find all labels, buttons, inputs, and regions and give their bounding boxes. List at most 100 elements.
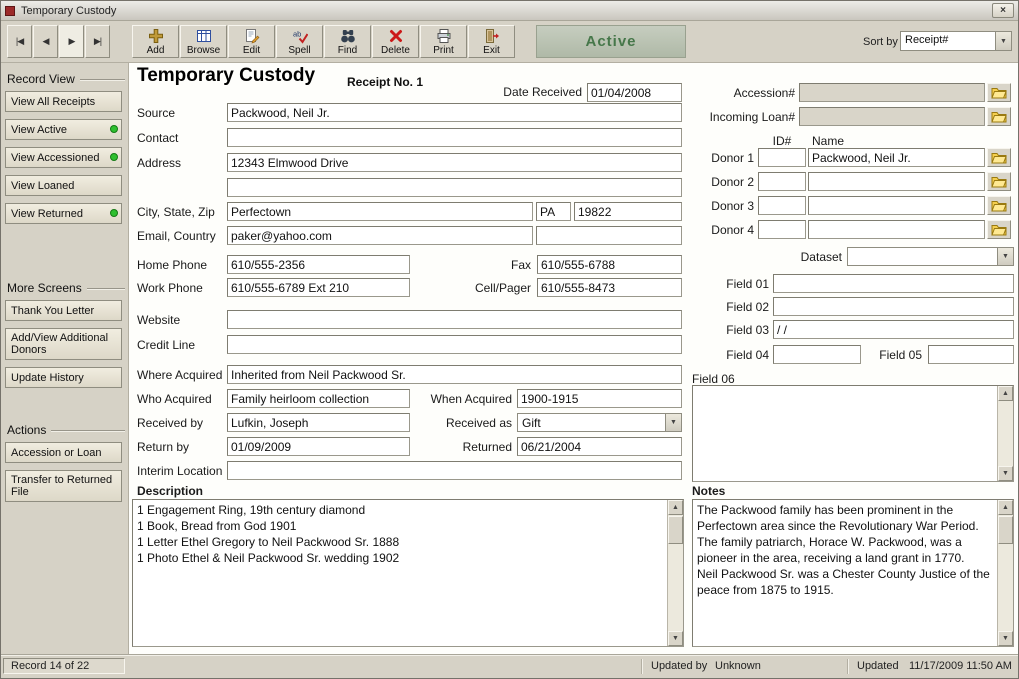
field01-field[interactable]: [773, 274, 1014, 293]
nav-next-button[interactable]: ▶: [59, 25, 84, 58]
return-by-field[interactable]: 01/09/2009: [227, 437, 410, 456]
returned-field[interactable]: 06/21/2004: [517, 437, 682, 456]
sidebar-item-transfer-to-returned[interactable]: Transfer to Returned File: [5, 470, 122, 502]
donor-3-id-field[interactable]: [758, 196, 806, 215]
toolbar: |◀ ◀ ▶ ▶| Add Browse Edit ab Spell Find …: [1, 21, 1018, 63]
who-acquired-field[interactable]: Family heirloom collection: [227, 389, 410, 408]
cell-pager-field[interactable]: 610/555-8473: [537, 278, 682, 297]
credit-line-label: Credit Line: [137, 336, 226, 355]
browse-button[interactable]: Browse: [180, 25, 227, 58]
scroll-down-icon[interactable]: ▼: [998, 466, 1013, 481]
donor-1-id-field[interactable]: [758, 148, 806, 167]
find-button-label: Find: [338, 45, 357, 56]
field06-scrollbar[interactable]: ▲ ▼: [997, 386, 1013, 481]
edit-button[interactable]: Edit: [228, 25, 275, 58]
accession-browse-button[interactable]: [987, 83, 1011, 102]
nav-prev-button[interactable]: ◀: [33, 25, 58, 58]
donor-1-name-field[interactable]: Packwood, Neil Jr.: [808, 148, 985, 167]
active-indicator-dot: [110, 153, 118, 161]
sidebar-item-view-returned[interactable]: View Returned: [5, 203, 122, 224]
folder-icon: [991, 86, 1007, 99]
field05-label: Field 05: [865, 346, 922, 365]
credit-line-field[interactable]: [227, 335, 682, 354]
donor-2-label: Donor 2: [692, 173, 754, 192]
exit-button[interactable]: Exit: [468, 25, 515, 58]
received-as-select[interactable]: Gift ▼: [517, 413, 682, 432]
close-button[interactable]: ×: [992, 3, 1014, 18]
contact-field[interactable]: [227, 128, 682, 147]
sidebar-item-thank-you-letter[interactable]: Thank You Letter: [5, 300, 122, 321]
divider: [847, 659, 848, 674]
add-plus-icon: [148, 28, 164, 44]
field05-field[interactable]: [928, 345, 1014, 364]
source-field[interactable]: Packwood, Neil Jr.: [227, 103, 682, 122]
home-phone-field[interactable]: 610/555-2356: [227, 255, 410, 274]
where-acquired-label: Where Acquired: [137, 366, 226, 385]
sort-by-select[interactable]: Receipt# ▼: [900, 31, 1012, 51]
scroll-up-icon[interactable]: ▲: [998, 386, 1013, 401]
donor-4-browse-button[interactable]: [987, 220, 1011, 239]
dataset-value: [848, 248, 997, 265]
description-textarea[interactable]: 1 Engagement Ring, 19th century diamond …: [132, 499, 684, 647]
notes-textarea[interactable]: The Packwood family has been prominent i…: [692, 499, 1014, 647]
field03-field[interactable]: / /: [773, 320, 1014, 339]
donor-1-browse-button[interactable]: [987, 148, 1011, 167]
delete-x-icon: [388, 28, 404, 44]
donor-2-id-field[interactable]: [758, 172, 806, 191]
fax-field[interactable]: 610/555-6788: [537, 255, 682, 274]
sidebar-item-update-history[interactable]: Update History: [5, 367, 122, 388]
description-scrollbar[interactable]: ▲ ▼: [667, 500, 683, 646]
state-field[interactable]: PA: [536, 202, 571, 221]
field04-field[interactable]: [773, 345, 861, 364]
donor-3-name-field[interactable]: [808, 196, 985, 215]
donor-2-name-field[interactable]: [808, 172, 985, 191]
address-line1-field[interactable]: 12343 Elmwood Drive: [227, 153, 682, 172]
donor-4-name-field[interactable]: [808, 220, 985, 239]
email-field[interactable]: paker@yahoo.com: [227, 226, 533, 245]
scroll-thumb[interactable]: [998, 516, 1013, 544]
sidebar-item-view-all-receipts[interactable]: View All Receipts: [5, 91, 122, 112]
zip-field[interactable]: 19822: [574, 202, 682, 221]
field06-textarea[interactable]: ▲ ▼: [692, 385, 1014, 482]
add-button[interactable]: Add: [132, 25, 179, 58]
scroll-up-icon[interactable]: ▲: [998, 500, 1013, 515]
received-by-field[interactable]: Lufkin, Joseph: [227, 413, 410, 432]
incoming-loan-field[interactable]: [799, 107, 985, 126]
address-line2-field[interactable]: [227, 178, 682, 197]
sidebar-item-view-loaned[interactable]: View Loaned: [5, 175, 122, 196]
donor-2-browse-button[interactable]: [987, 172, 1011, 191]
incoming-loan-browse-button[interactable]: [987, 107, 1011, 126]
date-received-field[interactable]: 01/04/2008: [587, 83, 682, 102]
city-field[interactable]: Perfectown: [227, 202, 533, 221]
scroll-up-icon[interactable]: ▲: [668, 500, 683, 515]
country-field[interactable]: [536, 226, 682, 245]
dataset-select[interactable]: ▼: [847, 247, 1014, 266]
donor-3-browse-button[interactable]: [987, 196, 1011, 215]
sidebar-item-accession-or-loan[interactable]: Accession or Loan: [5, 442, 122, 463]
sidebar-item-view-accessioned[interactable]: View Accessioned: [5, 147, 122, 168]
work-phone-field[interactable]: 610/555-6789 Ext 210: [227, 278, 410, 297]
spell-button[interactable]: ab Spell: [276, 25, 323, 58]
sidebar: Record View View All Receipts View Activ…: [1, 63, 128, 655]
scroll-down-icon[interactable]: ▼: [668, 631, 683, 646]
find-button[interactable]: Find: [324, 25, 371, 58]
interim-location-field[interactable]: [227, 461, 682, 480]
notes-scrollbar[interactable]: ▲ ▼: [997, 500, 1013, 646]
accession-field[interactable]: [799, 83, 985, 102]
chevron-down-icon[interactable]: ▼: [997, 248, 1013, 265]
sidebar-item-additional-donors[interactable]: Add/View Additional Donors: [5, 328, 122, 360]
scroll-down-icon[interactable]: ▼: [998, 631, 1013, 646]
print-button[interactable]: Print: [420, 25, 467, 58]
when-acquired-field[interactable]: 1900-1915: [517, 389, 682, 408]
nav-last-button[interactable]: ▶|: [85, 25, 110, 58]
sidebar-item-view-active[interactable]: View Active: [5, 119, 122, 140]
donor-4-id-field[interactable]: [758, 220, 806, 239]
chevron-down-icon[interactable]: ▼: [665, 414, 681, 431]
scroll-thumb[interactable]: [668, 516, 683, 544]
nav-first-button[interactable]: |◀: [7, 25, 32, 58]
website-field[interactable]: [227, 310, 682, 329]
chevron-down-icon[interactable]: ▼: [995, 32, 1011, 50]
field02-field[interactable]: [773, 297, 1014, 316]
where-acquired-field[interactable]: Inherited from Neil Packwood Sr.: [227, 365, 682, 384]
delete-button[interactable]: Delete: [372, 25, 419, 58]
